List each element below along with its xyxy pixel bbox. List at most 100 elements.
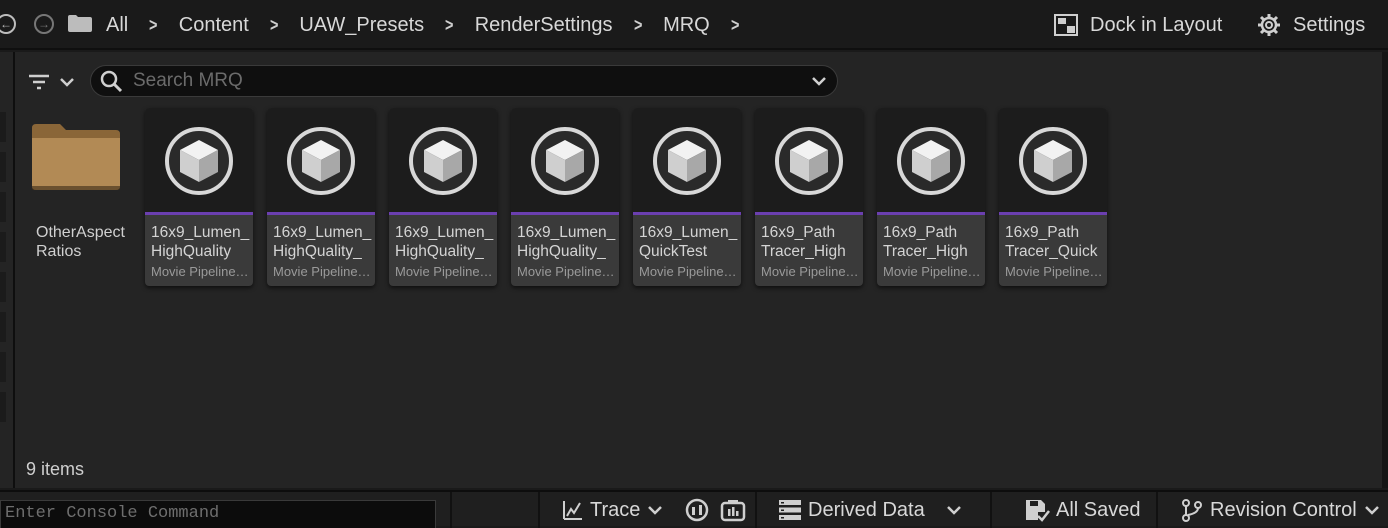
breadcrumb-uaw-presets[interactable]: UAW_Presets [299,14,424,37]
item-count: 9 items [26,459,85,479]
chevron-down-icon [946,506,961,515]
save-all-button[interactable]: All Saved [1024,492,1141,528]
forward-arrow-icon[interactable]: → [34,14,54,34]
trace-snapshot-button[interactable] [720,492,752,528]
panel-tab[interactable] [0,192,6,222]
cube-icon [897,127,965,195]
panel-tab[interactable] [0,272,6,302]
divider [990,492,992,528]
asset-type: Movie Pipeline Primary Config [639,264,739,279]
revision-control-button[interactable]: Revision Control [1180,492,1385,528]
asset-tile[interactable]: 16x9_Path Tracer_High Movie Pipeline Pri… [755,108,863,286]
record-icon [685,498,709,522]
search-icon [100,70,123,93]
breadcrumb-all[interactable]: All [106,14,128,37]
asset-tile[interactable]: 16x9_Lumen_ HighQuality_ Movie Pipeline … [389,108,497,286]
asset-name: 16x9_Lumen_ HighQuality_ [395,224,494,260]
panel-tab[interactable] [0,352,6,382]
asset-type: Movie Pipeline Primary Config [883,264,983,279]
console-input[interactable] [3,503,427,524]
search-box[interactable] [90,65,838,97]
asset-type-color-bar [877,212,985,215]
asset-type: Movie Pipeline Primary Config [761,264,861,279]
asset-type-color-bar [755,212,863,215]
breadcrumb-render-settings[interactable]: RenderSettings [475,14,613,37]
trace-label: Trace [590,498,641,521]
chevron-right-icon[interactable]: > [270,15,278,36]
save-check-icon [1026,500,1050,522]
chevron-right-icon[interactable]: > [445,15,453,36]
trace-icon [563,501,582,520]
chevron-down-icon [648,506,663,515]
asset-tile[interactable]: 16x9_Lumen_ HighQuality_ Movie Pipeline … [511,108,619,286]
asset-tile[interactable]: 16x9_Lumen_ QuickTest Movie Pipeline Pri… [633,108,741,286]
asset-type: Movie Pipeline Primary Config [1005,264,1105,279]
layout-icon [1054,14,1078,36]
cube-icon [775,127,843,195]
cube-icon [287,127,355,195]
scrollbar[interactable] [1382,52,1388,488]
asset-type-color-bar [389,212,497,215]
asset-name: 16x9_Path Tracer_High [761,224,846,260]
settings-button[interactable]: Settings [1257,0,1365,50]
asset-type-color-bar [999,212,1107,215]
trace-record-button[interactable] [685,492,715,528]
asset-tile[interactable]: 16x9_Lumen_ HighQuality_ Movie Pipeline … [267,108,375,286]
filter-icon [29,74,49,90]
folder-icon[interactable] [68,14,92,32]
back-arrow-icon[interactable]: ← [0,14,16,34]
collapsed-sources-panel[interactable] [0,52,15,488]
branch-icon [1182,499,1202,522]
cube-icon [165,127,233,195]
panel-tab[interactable] [0,312,6,342]
breadcrumb-content[interactable]: Content [179,14,249,37]
derived-data-button[interactable]: Derived Data [778,492,967,528]
asset-name: 16x9_Lumen_ QuickTest [639,224,738,260]
chevron-right-icon[interactable]: > [149,15,157,36]
status-bar: Trace Derived Data [0,490,1388,528]
asset-type: Movie Pipeline Primary Config [273,264,373,279]
cube-icon [531,127,599,195]
folder-label: OtherAspect Ratios [36,224,125,260]
chevron-right-icon[interactable]: > [634,15,642,36]
asset-name: 16x9_Path Tracer_Quick [1005,224,1098,260]
divider [450,492,452,528]
panel-tab[interactable] [0,152,6,182]
asset-tile[interactable]: 16x9_Path Tracer_Quick Movie Pipeline Pr… [999,108,1107,286]
folder-tile[interactable]: OtherAspect Ratios [28,108,138,288]
dock-label: Dock in Layout [1090,13,1223,36]
breadcrumb: All > Content > UAW_Presets > RenderSett… [106,0,760,50]
revision-label: Revision Control [1210,498,1357,521]
panel-tab[interactable] [0,392,6,422]
panel-tab[interactable] [0,232,6,262]
dock-in-layout-button[interactable]: Dock in Layout [1054,0,1222,50]
panel-tab[interactable] [0,112,6,142]
asset-type: Movie Pipeline Primary Config [395,264,495,279]
asset-tile[interactable]: 16x9_Path Tracer_High Movie Pipeline Pri… [877,108,985,286]
divider [755,492,757,528]
console-command-box[interactable] [0,500,436,528]
folder-icon [32,124,120,190]
asset-name: 16x9_Lumen_ HighQuality_ [273,224,372,260]
trace-button[interactable]: Trace [562,492,668,528]
divider [1156,492,1158,528]
chevron-down-icon [1364,506,1379,515]
breadcrumb-mrq[interactable]: MRQ [663,14,710,37]
chevron-down-icon[interactable] [811,74,827,88]
cube-icon [409,127,477,195]
camera-icon [720,500,746,522]
divider [538,492,540,528]
settings-label: Settings [1293,13,1366,36]
asset-type: Movie Pipeline Primary Config [517,264,617,279]
filter-button[interactable] [28,72,76,92]
asset-name: 16x9_Lumen_ HighQuality [151,224,250,260]
search-input[interactable] [131,69,795,93]
gear-icon [1258,14,1280,36]
asset-type-color-bar [267,212,375,215]
asset-name: 16x9_Path Tracer_High [883,224,968,260]
asset-type-color-bar [145,212,253,215]
chevron-down-icon [60,78,74,87]
chevron-right-icon[interactable]: > [731,15,739,36]
asset-tile[interactable]: 16x9_Lumen_ HighQuality Movie Pipeline P… [145,108,253,286]
cube-icon [653,127,721,195]
